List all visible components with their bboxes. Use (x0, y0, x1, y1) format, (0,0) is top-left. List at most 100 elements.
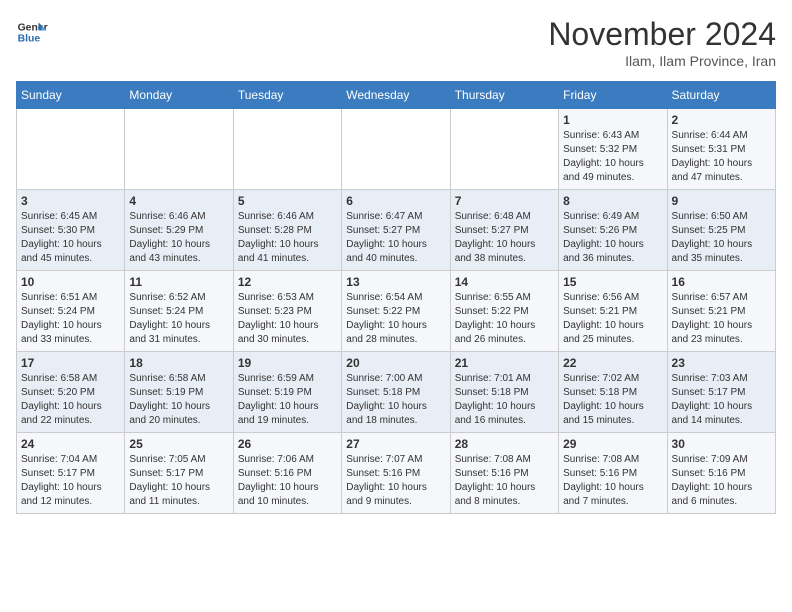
day-info: Sunrise: 6:44 AM Sunset: 5:31 PM Dayligh… (672, 129, 771, 185)
calendar-cell: 4 Sunrise: 6:46 AM Sunset: 5:29 PM Daylig… (125, 190, 233, 271)
calendar-cell (450, 109, 558, 190)
day-number: 9 (672, 194, 771, 208)
day-number: 23 (672, 356, 771, 370)
calendar-cell: 25 Sunrise: 7:05 AM Sunset: 5:17 PM Dayli… (125, 433, 233, 514)
day-number: 21 (455, 356, 554, 370)
calendar-cell: 9 Sunrise: 6:50 AM Sunset: 5:25 PM Daylig… (667, 190, 775, 271)
day-info: Sunrise: 6:58 AM Sunset: 5:20 PM Dayligh… (21, 372, 120, 428)
day-number: 30 (672, 437, 771, 451)
weekday-header-tuesday: Tuesday (233, 82, 341, 109)
svg-text:Blue: Blue (18, 34, 41, 45)
day-number: 25 (129, 437, 228, 451)
calendar-cell: 23 Sunrise: 7:03 AM Sunset: 5:17 PM Dayli… (667, 352, 775, 433)
day-info: Sunrise: 6:46 AM Sunset: 5:29 PM Dayligh… (129, 210, 228, 266)
calendar-cell: 29 Sunrise: 7:08 AM Sunset: 5:16 PM Dayli… (559, 433, 667, 514)
day-info: Sunrise: 7:03 AM Sunset: 5:17 PM Dayligh… (672, 372, 771, 428)
calendar-cell: 27 Sunrise: 7:07 AM Sunset: 5:16 PM Dayli… (342, 433, 450, 514)
day-number: 12 (238, 275, 337, 289)
calendar-cell: 26 Sunrise: 7:06 AM Sunset: 5:16 PM Dayli… (233, 433, 341, 514)
day-number: 26 (238, 437, 337, 451)
day-number: 10 (21, 275, 120, 289)
day-number: 13 (346, 275, 445, 289)
day-info: Sunrise: 6:45 AM Sunset: 5:30 PM Dayligh… (21, 210, 120, 266)
day-number: 8 (563, 194, 662, 208)
day-number: 2 (672, 113, 771, 127)
title-block: November 2024 Ilam, Ilam Province, Iran (548, 16, 776, 69)
day-number: 22 (563, 356, 662, 370)
calendar-week-3: 17 Sunrise: 6:58 AM Sunset: 5:20 PM Dayli… (17, 352, 776, 433)
weekday-header-wednesday: Wednesday (342, 82, 450, 109)
day-number: 5 (238, 194, 337, 208)
day-info: Sunrise: 6:55 AM Sunset: 5:22 PM Dayligh… (455, 291, 554, 347)
calendar-cell: 12 Sunrise: 6:53 AM Sunset: 5:23 PM Dayli… (233, 271, 341, 352)
day-number: 6 (346, 194, 445, 208)
calendar-cell (125, 109, 233, 190)
calendar-cell: 20 Sunrise: 7:00 AM Sunset: 5:18 PM Dayli… (342, 352, 450, 433)
day-info: Sunrise: 6:49 AM Sunset: 5:26 PM Dayligh… (563, 210, 662, 266)
calendar-cell: 5Sunrise: 6:46 AM Sunset: 5:28 PM Daylig… (233, 190, 341, 271)
day-info: Sunrise: 7:01 AM Sunset: 5:18 PM Dayligh… (455, 372, 554, 428)
day-info: Sunrise: 6:58 AM Sunset: 5:19 PM Dayligh… (129, 372, 228, 428)
calendar-cell: 7Sunrise: 6:48 AM Sunset: 5:27 PM Daylig… (450, 190, 558, 271)
logo: General Blue (16, 16, 48, 48)
calendar-cell (17, 109, 125, 190)
calendar-cell: 22 Sunrise: 7:02 AM Sunset: 5:18 PM Dayli… (559, 352, 667, 433)
weekday-header-thursday: Thursday (450, 82, 558, 109)
day-info: Sunrise: 7:02 AM Sunset: 5:18 PM Dayligh… (563, 372, 662, 428)
calendar-cell: 1Sunrise: 6:43 AM Sunset: 5:32 PM Daylig… (559, 109, 667, 190)
calendar-week-0: 1Sunrise: 6:43 AM Sunset: 5:32 PM Daylig… (17, 109, 776, 190)
day-info: Sunrise: 7:04 AM Sunset: 5:17 PM Dayligh… (21, 453, 120, 509)
calendar-cell: 8 Sunrise: 6:49 AM Sunset: 5:26 PM Daylig… (559, 190, 667, 271)
calendar-cell: 2 Sunrise: 6:44 AM Sunset: 5:31 PM Daylig… (667, 109, 775, 190)
day-info: Sunrise: 7:08 AM Sunset: 5:16 PM Dayligh… (563, 453, 662, 509)
calendar-header: SundayMondayTuesdayWednesdayThursdayFrid… (17, 82, 776, 109)
calendar-cell: 18Sunrise: 6:58 AM Sunset: 5:19 PM Dayli… (125, 352, 233, 433)
day-number: 16 (672, 275, 771, 289)
calendar-table: SundayMondayTuesdayWednesdayThursdayFrid… (16, 81, 776, 514)
day-info: Sunrise: 7:00 AM Sunset: 5:18 PM Dayligh… (346, 372, 445, 428)
day-info: Sunrise: 7:09 AM Sunset: 5:16 PM Dayligh… (672, 453, 771, 509)
calendar-cell: 24Sunrise: 7:04 AM Sunset: 5:17 PM Dayli… (17, 433, 125, 514)
calendar-cell (233, 109, 341, 190)
calendar-cell: 10 Sunrise: 6:51 AM Sunset: 5:24 PM Dayli… (17, 271, 125, 352)
day-number: 4 (129, 194, 228, 208)
calendar-cell: 6 Sunrise: 6:47 AM Sunset: 5:27 PM Daylig… (342, 190, 450, 271)
weekday-header-friday: Friday (559, 82, 667, 109)
day-info: Sunrise: 6:47 AM Sunset: 5:27 PM Dayligh… (346, 210, 445, 266)
location: Ilam, Ilam Province, Iran (548, 53, 776, 69)
calendar-cell: 19Sunrise: 6:59 AM Sunset: 5:19 PM Dayli… (233, 352, 341, 433)
day-info: Sunrise: 7:06 AM Sunset: 5:16 PM Dayligh… (238, 453, 337, 509)
calendar-cell: 21 Sunrise: 7:01 AM Sunset: 5:18 PM Dayli… (450, 352, 558, 433)
calendar-cell: 3Sunrise: 6:45 AM Sunset: 5:30 PM Daylig… (17, 190, 125, 271)
day-number: 28 (455, 437, 554, 451)
day-info: Sunrise: 7:07 AM Sunset: 5:16 PM Dayligh… (346, 453, 445, 509)
weekday-header-saturday: Saturday (667, 82, 775, 109)
day-number: 14 (455, 275, 554, 289)
day-number: 19 (238, 356, 337, 370)
day-number: 29 (563, 437, 662, 451)
calendar-cell (342, 109, 450, 190)
weekday-header-sunday: Sunday (17, 82, 125, 109)
calendar-week-4: 24Sunrise: 7:04 AM Sunset: 5:17 PM Dayli… (17, 433, 776, 514)
day-number: 15 (563, 275, 662, 289)
weekday-header-monday: Monday (125, 82, 233, 109)
calendar-week-1: 3Sunrise: 6:45 AM Sunset: 5:30 PM Daylig… (17, 190, 776, 271)
day-info: Sunrise: 6:51 AM Sunset: 5:24 PM Dayligh… (21, 291, 120, 347)
calendar-week-2: 10 Sunrise: 6:51 AM Sunset: 5:24 PM Dayli… (17, 271, 776, 352)
calendar-cell: 17 Sunrise: 6:58 AM Sunset: 5:20 PM Dayli… (17, 352, 125, 433)
page-header: General Blue November 2024 Ilam, Ilam Pr… (16, 16, 776, 69)
day-number: 17 (21, 356, 120, 370)
day-info: Sunrise: 6:53 AM Sunset: 5:23 PM Dayligh… (238, 291, 337, 347)
logo-icon: General Blue (16, 16, 48, 48)
calendar-cell: 13 Sunrise: 6:54 AM Sunset: 5:22 PM Dayli… (342, 271, 450, 352)
month-title: November 2024 (548, 16, 776, 53)
day-number: 27 (346, 437, 445, 451)
day-info: Sunrise: 6:52 AM Sunset: 5:24 PM Dayligh… (129, 291, 228, 347)
day-info: Sunrise: 6:54 AM Sunset: 5:22 PM Dayligh… (346, 291, 445, 347)
day-number: 20 (346, 356, 445, 370)
day-info: Sunrise: 7:05 AM Sunset: 5:17 PM Dayligh… (129, 453, 228, 509)
day-number: 7 (455, 194, 554, 208)
day-info: Sunrise: 6:50 AM Sunset: 5:25 PM Dayligh… (672, 210, 771, 266)
calendar-cell: 11Sunrise: 6:52 AM Sunset: 5:24 PM Dayli… (125, 271, 233, 352)
day-info: Sunrise: 6:43 AM Sunset: 5:32 PM Dayligh… (563, 129, 662, 185)
